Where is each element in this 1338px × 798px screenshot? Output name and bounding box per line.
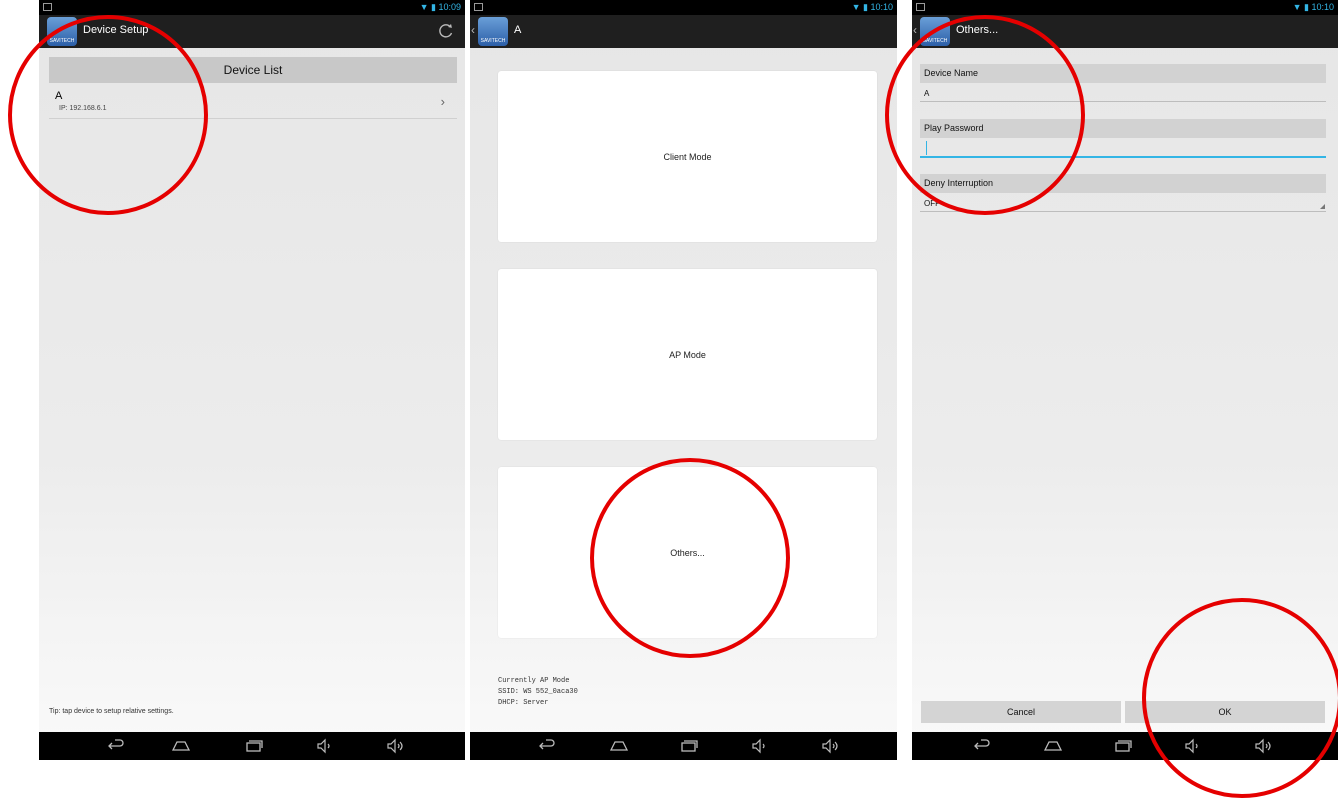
gallery-notification-icon <box>916 3 925 11</box>
cancel-button[interactable]: Cancel <box>921 701 1121 723</box>
ap-mode-label: AP Mode <box>669 349 706 360</box>
page-title: A <box>514 24 522 36</box>
device-ip: IP: 192.168.6.1 <box>59 105 107 112</box>
others-settings-screen: ▼ ▮ 10:10 ‹ SAVITECH Others... Device Na… <box>912 0 1338 760</box>
battery-icon: ▮ <box>1304 2 1309 12</box>
status-time: 10:10 <box>870 2 893 12</box>
device-name-field[interactable]: A <box>924 89 929 98</box>
volume-down-icon[interactable] <box>750 736 770 756</box>
app-logo-icon[interactable]: SAVITECH <box>478 17 508 46</box>
app-logo-icon[interactable]: SAVITECH <box>920 17 950 46</box>
action-bar: ‹ SAVITECH A <box>470 15 897 48</box>
dhcp-text: DHCP: Server <box>498 699 549 707</box>
mode-info: Currently AP Mode SSID: WS 552_0aca30 DH… <box>498 676 578 709</box>
others-label: Others... <box>670 547 705 558</box>
status-right: ▼ ▮ 10:10 <box>1293 1 1334 14</box>
battery-icon: ▮ <box>863 2 868 12</box>
action-bar: SAVITECH Device Setup <box>39 15 465 48</box>
gallery-notification-icon <box>474 3 483 11</box>
status-time: 10:09 <box>438 2 461 12</box>
dropdown-corner-icon <box>1320 204 1325 209</box>
wifi-icon: ▼ <box>851 2 861 12</box>
status-bar: ▼ ▮ 10:10 <box>912 0 1338 15</box>
recent-apps-icon[interactable] <box>1113 736 1133 756</box>
navigation-bar <box>470 732 897 760</box>
client-mode-card[interactable]: Client Mode <box>498 71 877 242</box>
ap-mode-card[interactable]: AP Mode <box>498 269 877 440</box>
play-password-label: Play Password <box>920 119 1326 138</box>
text-cursor <box>926 141 927 155</box>
device-name: A <box>55 90 63 102</box>
play-password-underline <box>920 156 1326 158</box>
volume-up-icon[interactable] <box>1253 736 1273 756</box>
status-bar: ▼ ▮ 10:10 <box>470 0 897 15</box>
tip-text: Tip: tap device to setup relative settin… <box>49 708 174 715</box>
status-time: 10:10 <box>1311 2 1334 12</box>
back-icon[interactable] <box>972 736 992 756</box>
status-right: ▼ ▮ 10:09 <box>420 1 461 14</box>
volume-down-icon[interactable] <box>315 736 335 756</box>
volume-up-icon[interactable] <box>820 736 840 756</box>
home-icon[interactable] <box>171 736 191 756</box>
home-icon[interactable] <box>609 736 629 756</box>
gallery-notification-icon <box>43 3 52 11</box>
page-title: Device Setup <box>83 24 149 36</box>
action-bar: ‹ SAVITECH Others... <box>912 15 1338 48</box>
status-bar: ▼ ▮ 10:09 <box>39 0 465 15</box>
up-caret-icon[interactable]: ‹ <box>913 23 917 37</box>
device-mode-screen: ▼ ▮ 10:10 ‹ SAVITECH A Client Mode AP Mo… <box>470 0 897 760</box>
ssid-text: SSID: WS 552_0aca30 <box>498 688 578 696</box>
others-card[interactable]: Others... <box>498 467 877 638</box>
back-icon[interactable] <box>106 736 126 756</box>
status-right: ▼ ▮ 10:10 <box>852 1 893 14</box>
deny-interruption-label: Deny Interruption <box>920 174 1326 193</box>
back-icon[interactable] <box>537 736 557 756</box>
recent-apps-icon[interactable] <box>244 736 264 756</box>
volume-down-icon[interactable] <box>1183 736 1203 756</box>
ok-button[interactable]: OK <box>1125 701 1325 723</box>
refresh-icon[interactable] <box>437 22 455 40</box>
device-list-header: Device List <box>49 57 457 83</box>
navigation-bar <box>39 732 465 760</box>
current-mode-text: Currently AP Mode <box>498 677 570 685</box>
wifi-icon: ▼ <box>1292 2 1302 12</box>
wifi-icon: ▼ <box>419 2 429 12</box>
device-setup-screen: ▼ ▮ 10:09 SAVITECH Device Setup Device L… <box>39 0 465 760</box>
volume-up-icon[interactable] <box>385 736 405 756</box>
home-icon[interactable] <box>1043 736 1063 756</box>
device-list-item[interactable]: A IP: 192.168.6.1 › <box>49 88 457 119</box>
deny-interruption-underline <box>920 211 1326 212</box>
up-caret-icon[interactable]: ‹ <box>471 23 475 37</box>
app-logo-icon[interactable]: SAVITECH <box>47 17 77 46</box>
device-name-underline <box>920 101 1326 102</box>
page-title: Others... <box>956 24 999 36</box>
device-name-label: Device Name <box>920 64 1326 83</box>
chevron-right-icon: › <box>440 94 445 109</box>
client-mode-label: Client Mode <box>663 151 712 162</box>
navigation-bar <box>912 732 1338 760</box>
recent-apps-icon[interactable] <box>679 736 699 756</box>
deny-interruption-select[interactable]: OFF <box>924 199 940 208</box>
battery-icon: ▮ <box>431 2 436 12</box>
